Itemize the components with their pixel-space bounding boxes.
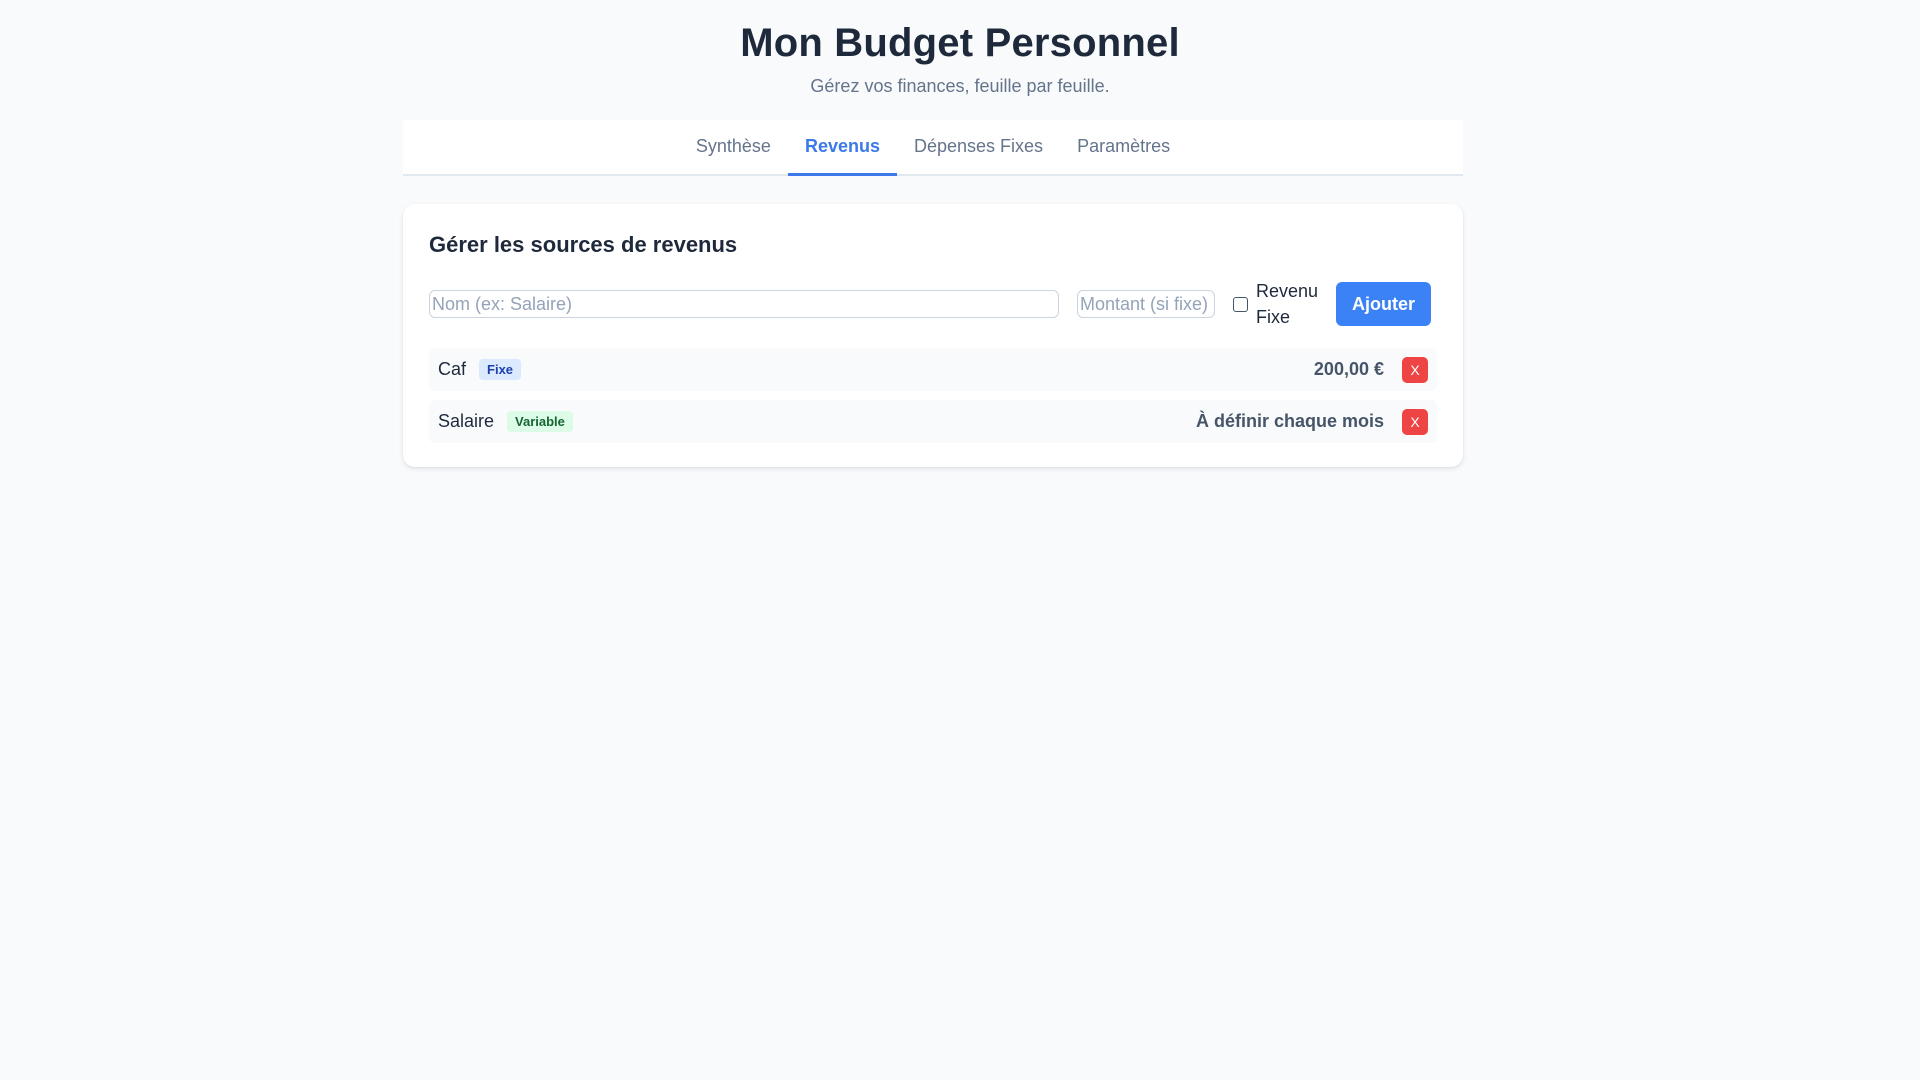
name-input[interactable] <box>429 290 1059 318</box>
fixed-income-checkbox[interactable] <box>1233 296 1248 312</box>
tab-revenus[interactable]: Revenus <box>787 120 897 176</box>
page-header: Mon Budget Personnel Gérez vos finances,… <box>0 0 1920 97</box>
add-income-form: Revenu Fixe Ajouter <box>429 281 1437 327</box>
page-title: Mon Budget Personnel <box>740 21 1180 65</box>
income-list: Caf Fixe 200,00 € X Salaire Variable À d… <box>429 348 1437 443</box>
delete-button[interactable]: X <box>1402 356 1428 383</box>
income-card: Gérer les sources de revenus Revenu Fixe… <box>403 204 1463 467</box>
tab-parametres[interactable]: Paramètres <box>1060 120 1187 176</box>
tab-depenses-fixes[interactable]: Dépenses Fixes <box>897 120 1060 176</box>
tabs-nav: Synthèse Revenus Dépenses Fixes Paramètr… <box>403 120 1463 176</box>
income-name: Caf <box>438 359 467 379</box>
add-button[interactable]: Ajouter <box>1336 282 1431 326</box>
amount-input[interactable] <box>1077 290 1215 318</box>
fixed-income-toggle: Revenu Fixe <box>1233 278 1324 330</box>
list-item: Salaire Variable À définir chaque mois X <box>429 400 1437 443</box>
status-badge: Fixe <box>479 359 522 380</box>
income-amount: 200,00 € <box>1313 359 1384 379</box>
tab-synthese[interactable]: Synthèse <box>679 120 788 176</box>
fixed-income-label: Revenu Fixe <box>1256 281 1319 327</box>
page-subtitle: Gérez vos finances, feuille par feuille. <box>810 76 1110 96</box>
card-title: Gérer les sources de revenus <box>429 232 738 257</box>
delete-button[interactable]: X <box>1402 408 1428 435</box>
status-badge: Variable <box>507 411 573 432</box>
list-item: Caf Fixe 200,00 € X <box>429 348 1437 391</box>
income-amount: À définir chaque mois <box>1195 411 1384 431</box>
income-name: Salaire <box>438 411 495 431</box>
